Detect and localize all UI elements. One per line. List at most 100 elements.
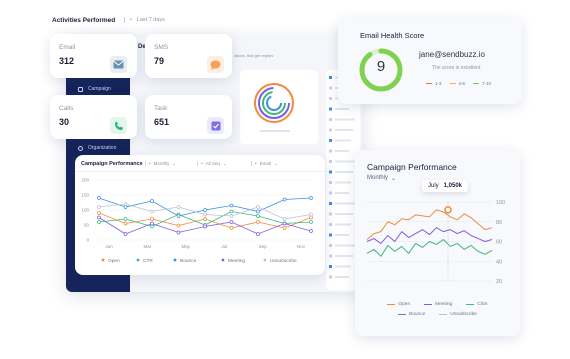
data-point xyxy=(97,220,101,224)
chevron-down-icon: ⌄ xyxy=(172,161,177,166)
legend-label: Meeting xyxy=(228,258,245,264)
data-point xyxy=(203,208,207,212)
data-point xyxy=(123,205,128,209)
data-point xyxy=(176,223,181,228)
data-point xyxy=(97,215,101,220)
legend-item: Click xyxy=(466,302,488,307)
filter-sequence[interactable]: • All Seq ⌄ xyxy=(197,161,227,167)
list-dot xyxy=(329,139,332,142)
list-line xyxy=(335,108,349,110)
list-line xyxy=(335,192,349,194)
activities-title: Activities Performed xyxy=(52,17,116,24)
period-dropdown[interactable]: Monthly ⌄ xyxy=(367,175,396,182)
data-point xyxy=(256,209,260,214)
list-line xyxy=(335,202,355,205)
y-tick-label: 60 xyxy=(496,240,502,246)
data-point xyxy=(150,217,154,221)
campaign-performance-detail-card: Campaign Performance Monthly ⌄ July 1,05… xyxy=(355,150,520,336)
y-tick-label: 20 xyxy=(496,279,502,285)
check-icon xyxy=(207,117,224,134)
data-point xyxy=(229,209,234,214)
list-dot xyxy=(329,244,332,247)
data-point xyxy=(150,221,154,226)
stat-label: Task xyxy=(154,105,168,112)
data-point xyxy=(256,220,260,224)
list-dot xyxy=(329,191,332,195)
legend-marker xyxy=(136,258,140,262)
tooltip: July 1,050k xyxy=(422,180,469,192)
list-line xyxy=(335,234,349,236)
organization-icon xyxy=(78,145,83,151)
period-selector[interactable]: ▪ Last 7 days xyxy=(124,17,165,23)
data-point xyxy=(97,205,101,209)
stat-label: SMS xyxy=(154,44,169,51)
data-point xyxy=(229,226,234,230)
y-tick-label: 40 xyxy=(496,259,502,265)
stat-card-calls[interactable]: Calls 30 xyxy=(50,95,137,139)
stat-value: 79 xyxy=(154,56,165,66)
list-dot xyxy=(329,170,332,174)
donut-chart xyxy=(254,83,294,132)
legend-marker xyxy=(221,258,225,262)
list-dot xyxy=(329,107,332,111)
divider xyxy=(145,161,146,166)
highlight-point[interactable] xyxy=(444,206,452,214)
data-point xyxy=(150,209,154,214)
legend-label: Click xyxy=(477,302,488,307)
y-tick-label: 0 xyxy=(86,238,89,243)
calendar-icon: ▪ xyxy=(130,17,132,23)
health-title: Email Health Score xyxy=(360,31,425,40)
background-donut-card xyxy=(240,70,318,144)
y-tick-label: 50 xyxy=(84,223,90,228)
data-point xyxy=(282,221,287,226)
sidebar-item-organization[interactable]: Organization xyxy=(78,145,116,151)
x-tick-label: May xyxy=(182,244,191,249)
calendar-icon: • xyxy=(149,161,151,166)
filter-channel[interactable]: • Email ⌄ xyxy=(251,161,278,167)
chat-icon xyxy=(207,56,224,73)
legend-item: Meeting xyxy=(424,302,452,307)
data-point xyxy=(309,220,313,224)
list-line xyxy=(335,213,353,215)
filter-monthly[interactable]: • Monthly ⌄ xyxy=(145,161,176,167)
legend-label: Unsubscribe xyxy=(450,312,477,317)
data-point xyxy=(123,202,128,206)
phone-icon xyxy=(110,117,127,134)
legend-label: CTR xyxy=(143,258,153,264)
y-tick-label: 80 xyxy=(496,220,502,226)
legend-label: Meeting xyxy=(435,302,453,307)
health-legend: 1-3 4-6 7-10 xyxy=(426,81,491,86)
data-point xyxy=(229,203,234,208)
legend-marker xyxy=(263,258,267,262)
list-dot xyxy=(329,86,332,90)
list-line xyxy=(335,276,349,278)
divider xyxy=(124,17,125,23)
list-dot xyxy=(329,212,332,216)
mail-icon xyxy=(110,56,127,73)
data-point xyxy=(123,232,128,236)
list-line xyxy=(335,150,349,152)
campaign-performance-card: Campaign Performance • Monthly ⌄ • All S… xyxy=(75,155,325,275)
list-dot xyxy=(329,128,332,132)
data-point xyxy=(229,220,234,224)
stat-value: 651 xyxy=(154,117,170,127)
legend-label: Open xyxy=(108,258,120,264)
background-subtitle: ations, that get replies xyxy=(234,53,274,58)
left-line-chart: 0 50 100 150 200 Jun Mar May Jul Sep Nov Open CTR Bou… xyxy=(81,178,313,264)
data-point xyxy=(309,215,313,220)
stat-card-email[interactable]: Email 312 xyxy=(50,34,137,78)
legend-swatch xyxy=(387,303,396,306)
data-point xyxy=(203,212,207,217)
sequence-icon: • xyxy=(201,161,203,166)
data-point xyxy=(176,230,181,235)
list-dot xyxy=(329,97,332,100)
stat-value: 312 xyxy=(59,56,75,66)
legend-label: Bounce xyxy=(409,312,426,317)
sidebar-item-campaign[interactable]: Campaign xyxy=(78,86,111,92)
stat-label: Calls xyxy=(59,105,74,112)
x-tick-label: Jun xyxy=(105,244,113,249)
stat-card-task[interactable]: Task 651 xyxy=(145,95,232,139)
list-dot xyxy=(329,223,332,226)
chart-title: Campaign Performance xyxy=(367,162,457,172)
stat-card-sms[interactable]: SMS 79 xyxy=(145,34,232,78)
